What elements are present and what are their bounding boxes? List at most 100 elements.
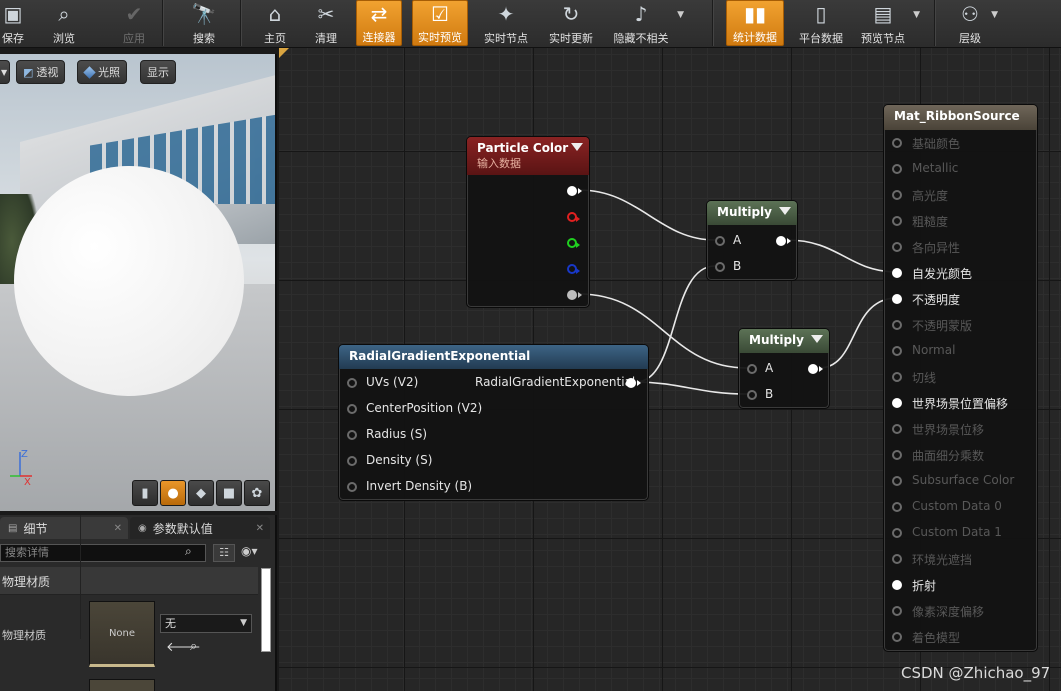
axis-gizmo: Z X — [10, 449, 32, 488]
material-input-pin[interactable] — [892, 606, 902, 616]
cube-preview-button[interactable]: ■ — [216, 480, 242, 506]
cylinder-preview-button[interactable]: ▮ — [132, 480, 158, 506]
perspective-button[interactable]: ◩ 透视 — [16, 60, 66, 84]
material-input-pin[interactable] — [892, 320, 902, 330]
input-pin-invert-density[interactable] — [347, 482, 357, 492]
output-pin-a[interactable] — [567, 290, 582, 300]
pin-label-radius: Radius (S) — [366, 427, 428, 441]
input-pin-density[interactable] — [347, 456, 357, 466]
node-multiply-1[interactable]: Multiply A B — [706, 200, 798, 281]
toolbar-separator — [712, 0, 714, 46]
viewport-options-button[interactable]: ▼ — [0, 60, 10, 84]
clean-button[interactable]: ✂ 清理 — [306, 0, 346, 46]
material-graph[interactable]: Particle Color 输入数据 Multiply A B Multipl… — [279, 48, 1061, 691]
collapse-arrow-icon[interactable] — [779, 207, 791, 215]
lit-mode-button[interactable]: 光照 — [77, 60, 127, 84]
node-material-result[interactable]: Mat_RibbonSource 基础颜色 Metallic 高光度 粗糙度 各向异性自… — [883, 104, 1038, 652]
material-input-pin[interactable] — [892, 216, 902, 226]
output-pin[interactable] — [626, 378, 641, 388]
material-input-pin[interactable] — [892, 398, 902, 408]
stats-button[interactable]: ▮▮ 统计数据 — [726, 0, 784, 46]
material-input-pin[interactable] — [892, 424, 902, 434]
output-pin[interactable] — [808, 364, 823, 374]
material-input-pin[interactable] — [892, 242, 902, 252]
material-input-pin[interactable] — [892, 190, 902, 200]
material-input-pin[interactable] — [892, 346, 902, 356]
node-multiply-2[interactable]: Multiply A B — [738, 328, 830, 409]
output-pin-rgb[interactable] — [567, 186, 582, 196]
input-pin-radius[interactable] — [347, 430, 357, 440]
input-pin-a[interactable] — [747, 364, 757, 374]
material-input-pin[interactable] — [892, 372, 902, 382]
plane-icon: ◆ — [196, 485, 206, 501]
browse-asset-icon[interactable]: ⌕ — [190, 639, 197, 654]
node-header[interactable]: Particle Color 输入数据 — [467, 137, 589, 175]
material-input-pin[interactable] — [892, 450, 902, 460]
node-header[interactable]: RadialGradientExponential — [339, 345, 648, 369]
asset-thumbnail-next[interactable] — [89, 679, 155, 691]
material-input-pin[interactable] — [892, 528, 902, 538]
home-button[interactable]: ⌂ 主页 — [256, 0, 294, 46]
chevron-down-icon[interactable]: ▼ — [991, 10, 998, 20]
connector-button[interactable]: ⇄ 连接器 — [356, 0, 402, 46]
output-pin-b[interactable] — [567, 264, 580, 274]
output-pin[interactable] — [776, 236, 791, 246]
asset-thumbnail[interactable]: None — [89, 601, 155, 667]
material-input-pin[interactable] — [892, 138, 902, 148]
material-input-pin[interactable] — [892, 294, 902, 304]
save-button[interactable]: ▣ 保存 — [0, 0, 26, 46]
node-header[interactable]: Multiply — [707, 201, 797, 225]
preview-node-button[interactable]: ▤ 预览节点 ▼ — [856, 0, 920, 46]
input-pin-b[interactable] — [747, 390, 757, 400]
close-icon[interactable]: ✕ — [256, 523, 264, 534]
material-input-pin[interactable] — [892, 476, 902, 486]
live-nodes-button[interactable]: ✦ 实时节点 — [478, 0, 534, 46]
search-button[interactable]: 🔭 搜索 — [184, 0, 224, 46]
hierarchy-button[interactable]: ⚇ 层级 ▼ — [952, 0, 998, 46]
chevron-down-icon[interactable]: ▼ — [913, 10, 920, 20]
plane-preview-button[interactable]: ◆ — [188, 480, 214, 506]
apply-button[interactable]: ✔ 应用 — [114, 0, 154, 46]
view-options-button[interactable]: ☷ — [213, 544, 235, 562]
details-scrollbar[interactable] — [261, 568, 271, 652]
collapse-arrow-icon[interactable] — [571, 143, 583, 151]
output-pin-r[interactable] — [567, 212, 580, 222]
tab-param-defaults[interactable]: ◉ 参数默认值 ✕ — [130, 517, 270, 539]
chevron-down-icon[interactable]: ▼ — [677, 10, 684, 20]
preview-viewport[interactable]: ▼ ◩ 透视 光照 显示 Z X ▮ ● ◆ ■ ✿ — [0, 54, 277, 511]
tab-param-defaults-label: 参数默认值 — [152, 521, 213, 536]
output-pin-g[interactable] — [567, 238, 580, 248]
save-label: 保存 — [2, 32, 24, 45]
tab-details[interactable]: ▤ 细节 ✕ — [0, 517, 128, 539]
node-radial-gradient-exponential[interactable]: RadialGradientExponential UVs (V2) Cente… — [338, 344, 649, 501]
collapse-arrow-icon[interactable] — [811, 335, 823, 343]
show-button[interactable]: 显示 — [140, 60, 176, 84]
input-pin-a[interactable] — [715, 236, 725, 246]
material-input-pin[interactable] — [892, 580, 902, 590]
eye-icon[interactable]: ◉▾ — [241, 544, 258, 558]
chevron-down-icon: ▼ — [1, 67, 8, 77]
material-input-pin[interactable] — [892, 554, 902, 564]
input-pin-center-position[interactable] — [347, 404, 357, 414]
live-update-button[interactable]: ↻ 实时更新 — [544, 0, 598, 46]
input-pin-uvs[interactable] — [347, 378, 357, 388]
node-header[interactable]: Multiply — [739, 329, 829, 353]
category-header[interactable]: 物理材质 — [0, 567, 258, 595]
live-preview-button[interactable]: ☑ 实时预览 — [412, 0, 468, 46]
sphere-preview-button[interactable]: ● — [160, 480, 186, 506]
material-input-pin[interactable] — [892, 632, 902, 642]
hide-unrelated-button[interactable]: ♪ 隐藏不相关 ▼ — [608, 0, 685, 46]
browse-button[interactable]: ⌕ 浏览 — [44, 0, 84, 46]
node-header[interactable]: Mat_RibbonSource — [884, 105, 1037, 130]
column-divider[interactable] — [80, 515, 81, 639]
material-input-pin[interactable] — [892, 268, 902, 278]
platform-stats-button[interactable]: ▯ 平台数据 — [794, 0, 848, 46]
material-input-pin[interactable] — [892, 164, 902, 174]
input-pin-b[interactable] — [715, 262, 725, 272]
node-particle-color[interactable]: Particle Color 输入数据 — [466, 136, 590, 308]
teapot-preview-button[interactable]: ✿ — [244, 480, 270, 506]
close-icon[interactable]: ✕ — [114, 523, 122, 534]
details-search-input[interactable]: 搜索详情 — [0, 544, 206, 562]
asset-combo[interactable]: 无 ▼ — [160, 614, 252, 633]
material-input-pin[interactable] — [892, 502, 902, 512]
